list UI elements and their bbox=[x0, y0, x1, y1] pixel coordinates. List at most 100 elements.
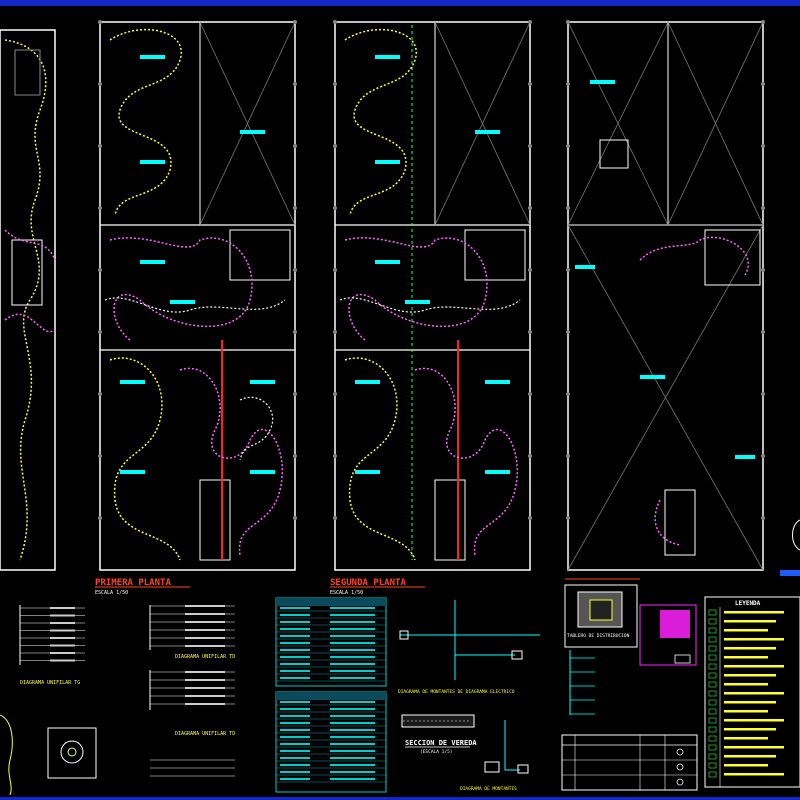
hatch-dot bbox=[407, 720, 409, 722]
plan-partial-left bbox=[0, 29, 56, 571]
section-slab bbox=[401, 714, 475, 728]
table-cell bbox=[330, 663, 375, 665]
grid-column-marker bbox=[293, 268, 297, 272]
meter-box bbox=[517, 764, 529, 774]
branch-label bbox=[50, 644, 75, 647]
branch-label bbox=[50, 622, 75, 624]
cad-drawing-sheet: PRIMERA PLANTA ESCALA 1/50 SEGUNDA PLANT… bbox=[0, 0, 800, 800]
diagram-label: DIAGRAMA DE MONTANTES bbox=[460, 786, 517, 792]
room-label bbox=[640, 375, 665, 379]
unifilar-branches bbox=[20, 607, 85, 662]
grid-column-marker bbox=[528, 20, 532, 24]
diagram-title: DIAGRAMA DE MONTANTES DE DIAGRAMA ELECTR… bbox=[398, 689, 515, 695]
legend-symbol bbox=[708, 762, 717, 769]
room-label bbox=[140, 260, 165, 264]
grid-column-marker bbox=[761, 206, 765, 210]
montantes-diagram: DIAGRAMA DE MONTANTES DE DIAGRAMA ELECTR… bbox=[398, 600, 540, 695]
legend-symbol bbox=[708, 654, 717, 661]
hatch-dot bbox=[415, 720, 417, 722]
room-label bbox=[250, 470, 275, 474]
section-subtitle: (ESCALA 1/5) bbox=[420, 749, 453, 755]
table-cell bbox=[330, 642, 375, 644]
table-cell bbox=[330, 670, 375, 672]
legend-block: LEYENDA bbox=[704, 596, 800, 788]
hatch-dot bbox=[427, 720, 429, 722]
legend-text bbox=[724, 665, 784, 668]
plan-stair bbox=[11, 239, 43, 306]
table-cell bbox=[330, 635, 375, 637]
grid-column-marker bbox=[293, 144, 297, 148]
hatch-dot bbox=[419, 720, 421, 722]
branch-label bbox=[185, 679, 225, 681]
table-cell bbox=[280, 701, 310, 703]
grid-column-marker bbox=[761, 268, 765, 272]
legend-symbol bbox=[708, 645, 717, 652]
legend-text bbox=[724, 764, 768, 767]
ground-pit-symbol bbox=[60, 740, 84, 764]
room-label bbox=[485, 380, 510, 384]
diagram-title: DIAGRAMA UNIFILAR TD bbox=[175, 654, 235, 660]
panel-detail: TABLERO DE DISTRIBUCION bbox=[564, 584, 638, 715]
grid-column-marker bbox=[293, 454, 297, 458]
hatch-dot bbox=[435, 720, 437, 722]
table-cell bbox=[280, 614, 310, 616]
grid-column-marker bbox=[528, 82, 532, 86]
grid-column-marker bbox=[761, 516, 765, 520]
circuit-wire bbox=[344, 237, 488, 341]
table-cell bbox=[280, 743, 310, 745]
legend-symbol bbox=[708, 636, 717, 643]
table-cell bbox=[280, 649, 310, 651]
hatch-dot bbox=[459, 720, 461, 722]
circuit-wire bbox=[344, 357, 416, 561]
table-cell bbox=[330, 778, 375, 780]
table-cell bbox=[330, 715, 375, 717]
diagram-title: DIAGRAMA UNIFILAR TD bbox=[175, 731, 235, 737]
table-cell bbox=[330, 621, 375, 623]
notes-block bbox=[639, 604, 697, 666]
grid-column-marker bbox=[566, 144, 570, 148]
circuit-wire bbox=[414, 367, 519, 556]
legend-text bbox=[724, 647, 776, 650]
room-label bbox=[355, 470, 380, 474]
legend-text bbox=[724, 701, 776, 704]
table-cell bbox=[280, 729, 310, 731]
grid-column-marker bbox=[333, 392, 337, 396]
table-cell bbox=[330, 771, 375, 773]
plan-stair bbox=[199, 479, 231, 561]
grid-column-marker bbox=[566, 268, 570, 272]
room-label bbox=[240, 130, 265, 134]
legend-text bbox=[724, 737, 768, 740]
hatch-dot bbox=[439, 720, 441, 722]
grid-column-marker bbox=[333, 268, 337, 272]
notes-highlight bbox=[660, 610, 690, 638]
plan-segunda-planta bbox=[334, 21, 531, 571]
room-labels bbox=[120, 55, 275, 474]
plan-titles: PRIMERA PLANTA ESCALA 1/50 SEGUNDA PLANT… bbox=[95, 578, 640, 596]
plan-wall-outline bbox=[99, 21, 296, 571]
grid-column-marker bbox=[333, 516, 337, 520]
grid-column-marker bbox=[566, 330, 570, 334]
legend-symbol bbox=[708, 699, 717, 706]
grid-column-marker bbox=[528, 516, 532, 520]
grid-column-marker bbox=[98, 516, 102, 520]
room-label bbox=[140, 160, 165, 164]
legend-text bbox=[724, 629, 768, 632]
room-label bbox=[250, 380, 275, 384]
grid-column-marker bbox=[293, 392, 297, 396]
ground-pit-core bbox=[67, 747, 77, 757]
table-cell bbox=[280, 621, 310, 623]
grid-column-marker bbox=[566, 20, 570, 24]
hatch-dot bbox=[403, 720, 405, 722]
legend-text bbox=[724, 674, 776, 677]
table-cell bbox=[280, 628, 310, 630]
legend-symbol bbox=[708, 618, 717, 625]
grid-column-marker bbox=[333, 206, 337, 210]
grid-column-marker bbox=[98, 206, 102, 210]
table-cell bbox=[280, 607, 310, 609]
legend-symbol bbox=[708, 753, 717, 760]
branch-label bbox=[185, 613, 225, 615]
grid-column-marker bbox=[333, 454, 337, 458]
unifilar-diagram-td: DIAGRAMA UNIFILAR TD DIAGRAMA UNIFILAR T… bbox=[149, 605, 235, 777]
grid-column-marker bbox=[566, 82, 570, 86]
panel-door bbox=[589, 599, 613, 621]
